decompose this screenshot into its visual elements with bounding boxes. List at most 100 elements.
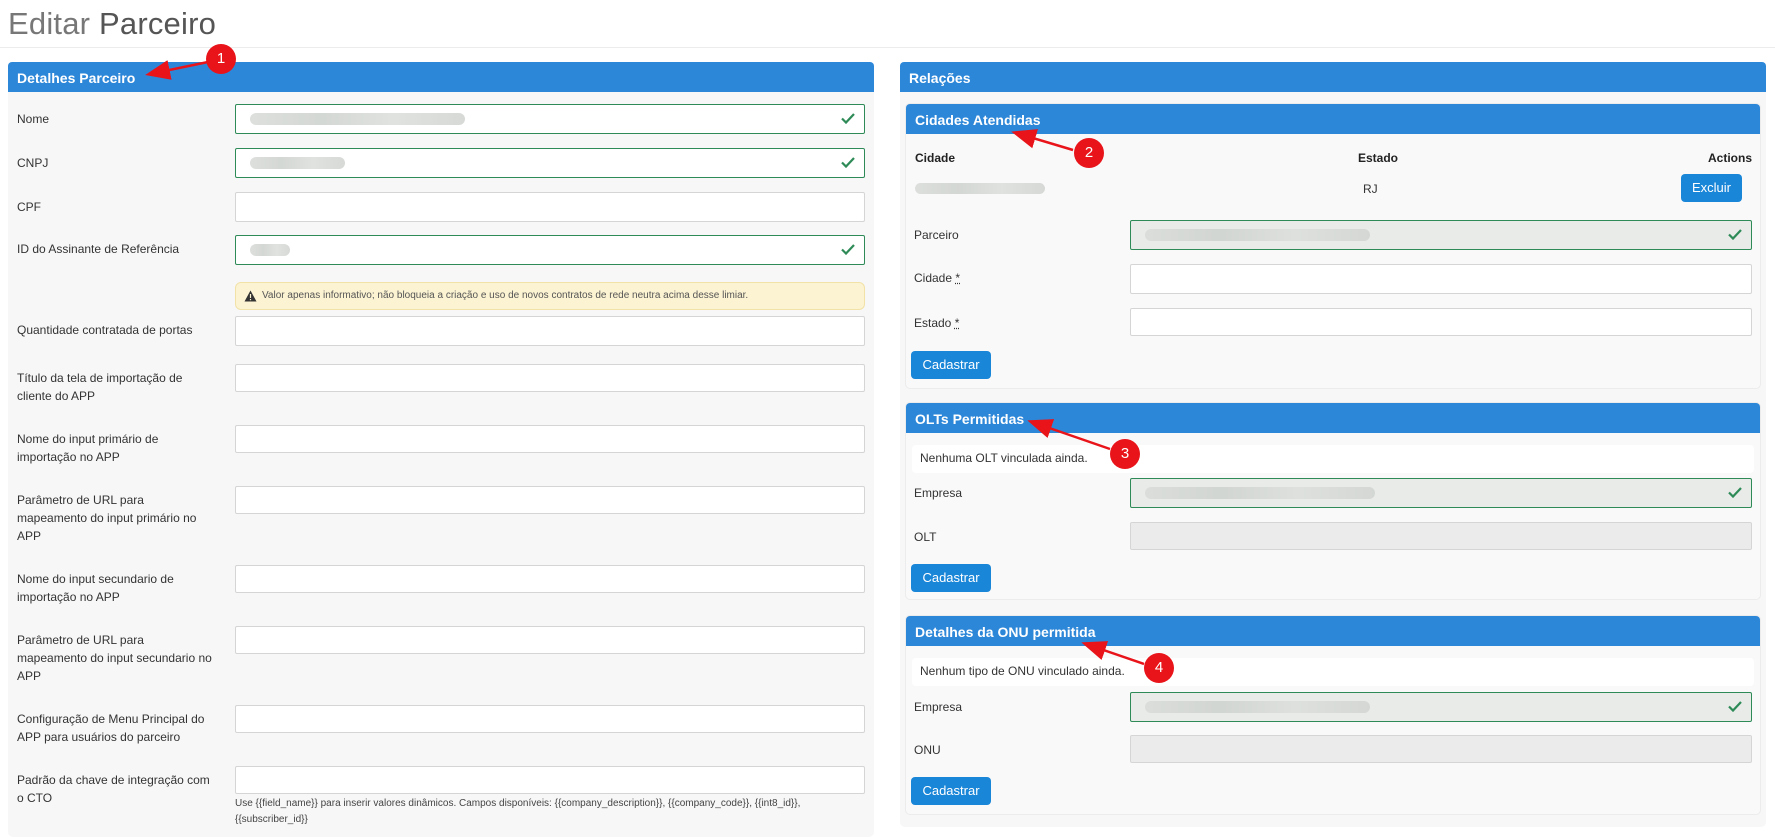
estado-label: Estado * <box>914 314 959 332</box>
required-mark: * <box>955 271 961 285</box>
cidade-input[interactable] <box>1130 264 1752 294</box>
label-line: APP <box>17 669 42 683</box>
label-line: o CTO <box>17 791 53 805</box>
parceiro-label: Parceiro <box>914 228 959 242</box>
check-icon <box>841 157 855 169</box>
annotation-marker-3: 3 <box>1110 439 1140 469</box>
label-line: Nome do input primário de <box>17 432 159 446</box>
estado-label-text: Estado <box>914 316 952 330</box>
cpf-input[interactable] <box>235 192 865 222</box>
label-line: APP <box>17 529 42 543</box>
onu-empty-note: Nenhum tipo de ONU vinculado ainda. <box>912 658 1754 686</box>
row-estado-cell: RJ <box>1363 182 1378 196</box>
cidade-label-text: Cidade <box>914 271 953 285</box>
input-secundario-input[interactable] <box>235 565 865 593</box>
check-icon <box>1728 701 1742 713</box>
warning-alert: Valor apenas informativo; não bloqueia a… <box>235 282 865 310</box>
blurred-value <box>1145 487 1375 499</box>
chave-label: Padrão da chave de integração com o CTO <box>17 771 210 807</box>
label-line: importação no APP <box>17 590 120 604</box>
cadastrar-onu-button[interactable]: Cadastrar <box>911 777 991 805</box>
blurred-value <box>1145 229 1370 241</box>
label-line: Padrão da chave de integração com <box>17 773 210 787</box>
id-assinante-input[interactable] <box>235 235 865 265</box>
check-icon <box>841 244 855 256</box>
blurred-city-name <box>915 183 1045 194</box>
cadastrar-olt-button[interactable]: Cadastrar <box>911 564 991 592</box>
blurred-value <box>1145 701 1370 713</box>
label-line: cliente do APP <box>17 389 96 403</box>
olts-empty-note: Nenhuma OLT vinculada ainda. <box>912 445 1754 473</box>
onu-empresa-label: Empresa <box>914 700 963 714</box>
label-line: Nome do input secundario de <box>17 572 174 586</box>
label-line: mapeamento do input secundario no <box>17 651 212 665</box>
col-cidade-header: Cidade <box>915 151 956 165</box>
onu-header: Detalhes da ONU permitida <box>906 616 1760 646</box>
titulo-tela-input[interactable] <box>235 364 865 392</box>
warning-icon <box>244 290 257 302</box>
blurred-value <box>250 244 290 256</box>
menu-input[interactable] <box>235 705 865 733</box>
page-title-light: Editar <box>8 6 91 41</box>
delete-city-button[interactable]: Excluir <box>1681 174 1742 202</box>
param-secundario-input[interactable] <box>235 626 865 654</box>
label-line: APP para usuários do parceiro <box>17 730 181 744</box>
parceiro-input <box>1130 220 1752 250</box>
annotation-marker-4: 4 <box>1144 653 1174 683</box>
onu-label: ONU <box>914 743 941 757</box>
check-icon <box>841 113 855 125</box>
estado-input[interactable] <box>1130 308 1752 336</box>
chave-input[interactable] <box>235 766 865 794</box>
warning-text: Valor apenas informativo; não bloqueia a… <box>262 290 749 301</box>
check-icon <box>1728 229 1742 241</box>
qtd-portas-label: Quantidade contratada de portas <box>17 323 193 337</box>
titulo-tela-label: Título da tela de importação de cliente … <box>17 369 182 405</box>
qtd-portas-input[interactable] <box>235 316 865 346</box>
label-line: mapeamento do input primário no <box>17 511 197 525</box>
blurred-value <box>250 113 465 125</box>
menu-label: Configuração de Menu Principal do APP pa… <box>17 710 204 746</box>
annotation-marker-1: 1 <box>206 44 236 74</box>
olt-empresa-label: Empresa <box>914 486 963 500</box>
title-divider <box>0 47 1775 48</box>
olt-select[interactable] <box>1130 522 1752 550</box>
help-line: Use {{field_name}} para inserir valores … <box>235 798 801 809</box>
onu-empresa-input <box>1130 692 1752 722</box>
olts-header: OLTs Permitidas <box>906 403 1760 433</box>
page-title-bold: Parceiro <box>99 6 217 41</box>
label-line: importação no APP <box>17 450 120 464</box>
cpf-label: CPF <box>17 200 41 214</box>
page-title: Editar Parceiro <box>8 6 216 42</box>
label-line: Parâmetro de URL para <box>17 493 144 507</box>
input-primario-input[interactable] <box>235 425 865 453</box>
col-actions-header: Actions <box>1708 151 1753 165</box>
cnpj-input[interactable] <box>235 148 865 178</box>
help-line: {{subscriber_id}} <box>235 814 308 825</box>
label-line: Parâmetro de URL para <box>17 633 144 647</box>
olt-empresa-input <box>1130 478 1752 508</box>
onu-select[interactable] <box>1130 735 1752 763</box>
param-secundario-label: Parâmetro de URL para mapeamento do inpu… <box>17 631 212 685</box>
blurred-value <box>250 157 345 169</box>
olt-label: OLT <box>914 530 937 544</box>
cnpj-label: CNPJ <box>17 156 49 170</box>
param-primario-input[interactable] <box>235 486 865 514</box>
partner-details-header: Detalhes Parceiro <box>8 62 874 92</box>
id-assinante-label: ID do Assinante de Referência <box>17 242 180 256</box>
label-line: Configuração de Menu Principal do <box>17 712 205 726</box>
cidades-header: Cidades Atendidas <box>906 104 1760 134</box>
col-estado-header: Estado <box>1358 151 1399 165</box>
input-secundario-label: Nome do input secundario de importação n… <box>17 570 174 606</box>
nome-label: Nome <box>17 112 50 126</box>
chave-help-text: Use {{field_name}} para inserir valores … <box>235 796 865 828</box>
annotation-marker-2: 2 <box>1074 138 1104 168</box>
nome-input[interactable] <box>235 104 865 134</box>
label-line: Título da tela de importação de <box>17 371 183 385</box>
cidade-label: Cidade * <box>914 269 960 287</box>
relations-header: Relações <box>900 62 1766 92</box>
check-icon <box>1728 487 1742 499</box>
input-primario-label: Nome do input primário de importação no … <box>17 430 158 466</box>
param-primario-label: Parâmetro de URL para mapeamento do inpu… <box>17 491 196 545</box>
required-mark: * <box>954 316 960 330</box>
cadastrar-cidade-button[interactable]: Cadastrar <box>911 351 991 379</box>
